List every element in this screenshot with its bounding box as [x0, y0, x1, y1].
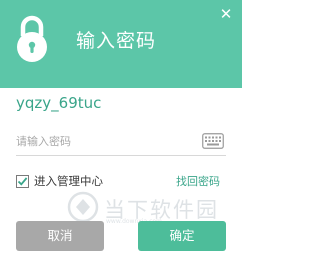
forgot-password-link[interactable]: 找回密码: [176, 173, 220, 189]
remember-checkbox-row[interactable]: 进入管理中心: [16, 172, 103, 190]
remember-label: 进入管理中心: [34, 174, 103, 188]
remember-checkbox[interactable]: [16, 174, 29, 188]
lock-icon: [17, 15, 47, 62]
keyboard-icon[interactable]: [202, 133, 224, 149]
password-input[interactable]: [16, 130, 196, 152]
dialog-title: 输入密码: [76, 30, 157, 52]
close-icon[interactable]: ✕: [216, 4, 236, 24]
checkmark-icon: [17, 176, 28, 186]
password-row: [16, 128, 226, 156]
watermark-logo-icon: [67, 191, 99, 223]
username-label: yqzy_69tuc: [16, 94, 102, 112]
watermark-text: 当下软件园: [104, 198, 219, 222]
ok-button[interactable]: 确定: [138, 221, 226, 251]
dialog-header: 输入密码 ✕: [0, 0, 242, 88]
cancel-button[interactable]: 取消: [16, 221, 104, 251]
watermark: 当下软件园 www.downxia.com: [62, 190, 242, 225]
